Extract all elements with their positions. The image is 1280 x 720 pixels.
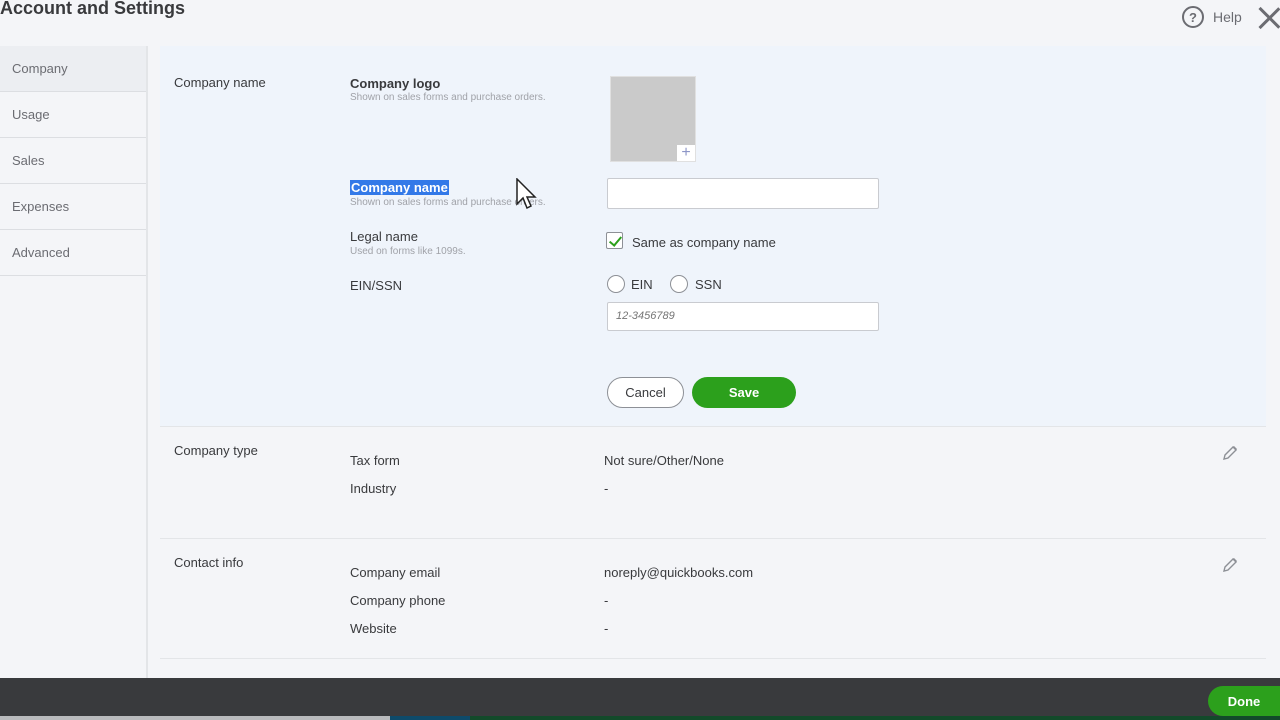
ssn-radio-label: SSN	[695, 277, 722, 292]
ein-radio-label: EIN	[631, 277, 653, 292]
company-name-input[interactable]	[607, 178, 879, 209]
mouse-cursor-icon	[516, 178, 537, 210]
same-as-company-label: Same as company name	[632, 235, 776, 250]
done-button[interactable]: Done	[1208, 686, 1280, 716]
ein-ssn-label: EIN/SSN	[350, 278, 403, 293]
save-button[interactable]: Save	[692, 377, 796, 408]
row-key: Industry	[350, 481, 397, 496]
settings-sidebar: Company Usage Sales Expenses Advanced	[0, 46, 148, 678]
row-key: Company phone	[350, 593, 446, 608]
row-value: noreply@quickbooks.com	[604, 565, 754, 580]
help-label: Help	[1213, 9, 1242, 25]
close-icon[interactable]	[1258, 4, 1280, 30]
company-name-section: Company name Company logo Shown on sales…	[160, 46, 1266, 426]
section-label: Company type	[174, 443, 258, 458]
edit-pencil-icon[interactable]	[1222, 557, 1238, 573]
contact-info-section: Contact info Company email noreply@quick…	[160, 538, 1266, 658]
ein-ssn-input[interactable]	[607, 302, 879, 331]
cancel-button[interactable]: Cancel	[607, 377, 684, 408]
sidebar-item-company[interactable]: Company	[0, 46, 146, 92]
footer-bar	[0, 678, 1280, 720]
row-value: -	[604, 621, 609, 636]
section-label: Company name	[174, 75, 266, 90]
page-title: Account and Settings	[0, 0, 186, 18]
address-section-partial	[160, 658, 1266, 678]
company-logo-label: Company logo	[350, 76, 441, 91]
ein-radio[interactable]	[607, 275, 625, 293]
selected-text: Company name	[350, 180, 449, 195]
legal-name-label: Legal name	[350, 229, 418, 244]
row-value: -	[604, 481, 609, 496]
row-value: -	[604, 593, 609, 608]
same-as-company-checkbox[interactable]	[606, 232, 623, 249]
row-key: Company email	[350, 565, 441, 580]
help-icon: ?	[1182, 6, 1204, 28]
company-logo-upload[interactable]: +	[610, 76, 696, 162]
section-label: Contact info	[174, 555, 244, 570]
legal-name-hint: Used on forms like 1099s.	[350, 246, 466, 257]
settings-main: Company name Company logo Shown on sales…	[160, 46, 1266, 678]
company-logo-hint: Shown on sales forms and purchase orders…	[350, 92, 546, 103]
sidebar-item-sales[interactable]: Sales	[0, 138, 146, 184]
row-key: Tax form	[350, 453, 400, 468]
ssn-radio[interactable]	[670, 275, 688, 293]
edit-pencil-icon[interactable]	[1222, 445, 1238, 461]
company-name-label: Company name	[350, 180, 449, 195]
row-value: Not sure/Other/None	[604, 453, 724, 468]
row-key: Website	[350, 621, 397, 636]
sidebar-item-expenses[interactable]: Expenses	[0, 184, 146, 230]
sidebar-item-usage[interactable]: Usage	[0, 92, 146, 138]
sidebar-item-advanced[interactable]: Advanced	[0, 230, 146, 276]
taskbar-strip	[470, 716, 1280, 720]
help-button[interactable]: ? Help	[1182, 6, 1242, 28]
taskbar-strip	[390, 716, 470, 720]
plus-icon: +	[677, 145, 695, 161]
taskbar-strip	[0, 716, 390, 720]
company-type-section: Company type Tax form Not sure/Other/Non…	[160, 426, 1266, 538]
